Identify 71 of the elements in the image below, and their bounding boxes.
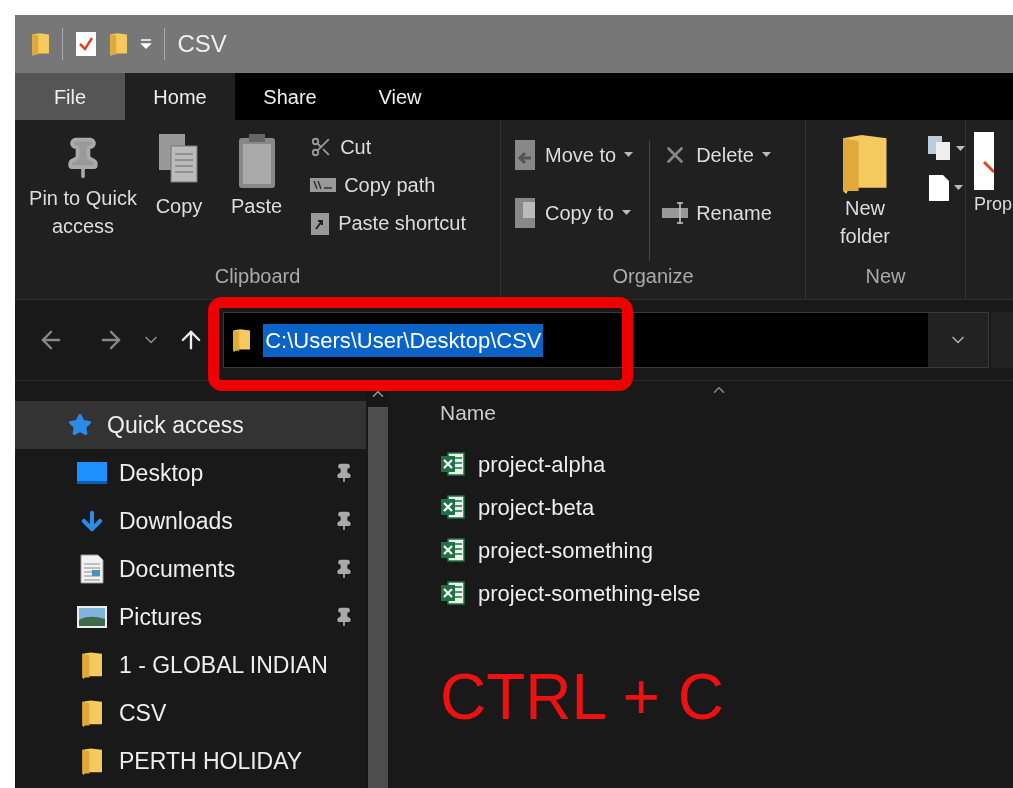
document-icon (80, 554, 104, 584)
sidebar-item[interactable]: Desktop (15, 449, 366, 497)
ribbon-tab[interactable]: View (345, 73, 455, 120)
copy-button[interactable]: Copy (155, 132, 203, 220)
group-label: Clipboard (213, 264, 302, 289)
folder-icon (80, 747, 104, 775)
pin-icon[interactable] (334, 511, 354, 531)
folder-icon (80, 651, 104, 679)
new-folder-icon (109, 32, 129, 56)
sidebar-item[interactable]: 1 - GLOBAL INDIAN (15, 641, 366, 689)
spreadsheet-icon (440, 451, 466, 477)
ribbon-tab[interactable]: Home (125, 73, 235, 120)
group-label: New (864, 264, 907, 289)
move-to-button[interactable]: Move to (513, 140, 634, 170)
address-field[interactable]: C:\Users\User\Desktop\CSV (223, 312, 989, 368)
desktop-icon (77, 462, 107, 484)
shortcut-icon (310, 211, 331, 235)
copy-path-button[interactable]: Copy path (310, 170, 466, 200)
paste-button[interactable]: Paste (231, 132, 283, 220)
star-icon (68, 413, 92, 437)
sidebar-item[interactable]: Pictures (15, 593, 366, 641)
caret-icon (621, 210, 631, 216)
file-item[interactable]: project-alpha (440, 442, 1013, 486)
folder-icon (80, 699, 104, 727)
sidebar-item[interactable]: Documents (15, 545, 366, 593)
move-icon (513, 140, 537, 170)
caret-icon (624, 152, 634, 158)
sidebar-item[interactable]: CSV (15, 689, 366, 737)
properties-label[interactable]: Prop (974, 190, 1013, 218)
rename-icon (662, 201, 689, 225)
caret-icon (956, 146, 965, 152)
copy-to-icon (513, 198, 537, 228)
pin-icon[interactable] (334, 607, 354, 627)
sidebar-item[interactable]: PERTH HOLIDAY (15, 737, 366, 785)
cut-button[interactable]: Cut (310, 132, 466, 162)
copy-to-button[interactable]: Copy to (513, 198, 634, 228)
paste-shortcut-button[interactable]: Paste shortcut (310, 208, 466, 238)
pin-icon[interactable] (334, 463, 354, 483)
properties-icon[interactable] (75, 31, 98, 57)
path-icon (310, 178, 337, 192)
caret-icon (954, 185, 963, 191)
picture-icon (77, 606, 107, 628)
file-item[interactable]: project-something-else (440, 571, 1013, 615)
address-path: C:\Users\User\Desktop\CSV (263, 323, 544, 357)
spreadsheet-icon (440, 580, 466, 606)
ribbon-tab[interactable]: Share (235, 73, 345, 120)
pin-button[interactable]: Pin to Quick access (23, 132, 143, 240)
new-folder-button[interactable]: New folder (818, 132, 912, 261)
delete-button[interactable]: Delete (662, 140, 772, 170)
properties-icon (974, 132, 994, 190)
file-item[interactable]: project-something (440, 528, 1013, 572)
new-item-button[interactable] (928, 136, 965, 162)
caret-icon (761, 152, 771, 158)
sidebar-item[interactable]: Downloads (15, 497, 366, 545)
spreadsheet-icon (440, 494, 466, 520)
column-header[interactable]: Name (440, 397, 1013, 429)
sidebar-item[interactable]: Quick access (15, 401, 366, 449)
rename-button[interactable]: Rename (662, 198, 772, 228)
easy-access-button[interactable] (928, 174, 965, 202)
pin-icon[interactable] (334, 559, 354, 579)
customize-toolbar-icon[interactable] (140, 38, 153, 50)
annotation-caption: CTRL + C (440, 664, 725, 729)
folder-icon (31, 32, 51, 56)
document-icon (928, 174, 950, 202)
ribbon-tab[interactable]: File (15, 73, 125, 120)
group-label: Organize (611, 264, 695, 289)
file-item[interactable]: project-beta (440, 485, 1013, 529)
new-item-icon (928, 136, 952, 162)
window-title: CSV (177, 29, 227, 59)
folder-icon (232, 328, 252, 352)
spreadsheet-icon (440, 537, 466, 563)
